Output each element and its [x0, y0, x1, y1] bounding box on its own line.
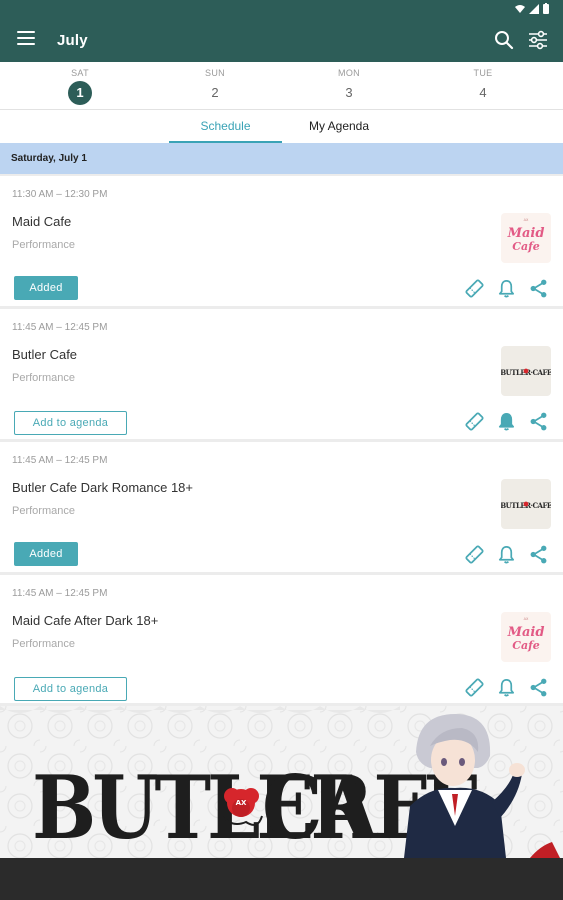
event-card[interactable]: 11:45 AM – 12:45 PM Butler Cafe Performa… [0, 309, 563, 439]
date-selector: SAT 1 SUN 2 MON 3 TUE 4 [0, 62, 563, 110]
svg-text:Cafe: Cafe [512, 240, 540, 253]
event-title: Maid Cafe After Dark 18+ [12, 613, 159, 628]
butler-cafe-thumbnail: BUTLER·CAFE [501, 479, 551, 529]
event-actions [464, 544, 549, 565]
view-tabs: Schedule My Agenda [0, 110, 563, 143]
ticket-icon[interactable] [464, 544, 485, 565]
maid-cafe-thumbnail: Maid Cafe AX [501, 612, 551, 662]
status-bar-icons [515, 3, 549, 14]
day-name: MON [338, 68, 360, 78]
date-section-header: Saturday, July 1 [0, 143, 563, 174]
tab-my-agenda[interactable]: My Agenda [283, 110, 395, 143]
event-title: Butler Cafe Dark Romance 18+ [12, 480, 194, 495]
share-icon[interactable] [528, 544, 549, 565]
event-title: Maid Cafe [12, 214, 72, 229]
add-to-agenda-button[interactable]: Add to agenda [14, 411, 127, 435]
day-sun[interactable]: SUN 2 [185, 68, 245, 105]
app-screen: { "header": { "title": "July" }, "days":… [0, 0, 563, 900]
search-icon[interactable] [493, 29, 515, 51]
event-category: Performance [12, 372, 75, 384]
bell-icon[interactable] [496, 544, 517, 565]
ticket-icon[interactable] [464, 278, 485, 299]
add-to-agenda-button[interactable]: Add to agenda [14, 677, 127, 701]
ticket-icon[interactable] [464, 677, 485, 698]
bell-icon[interactable] [496, 278, 517, 299]
day-mon[interactable]: MON 3 [319, 68, 379, 105]
bell-filled-icon[interactable] [496, 411, 517, 432]
maid-cafe-thumbnail: Maid Cafe AX [501, 213, 551, 263]
system-navigation-bar [0, 858, 563, 900]
added-button[interactable]: Added [14, 542, 78, 566]
svg-text:AX: AX [524, 218, 529, 222]
share-icon[interactable] [528, 677, 549, 698]
app-bar: July [0, 0, 563, 62]
event-title: Butler Cafe [12, 347, 78, 362]
day-name: SUN [205, 68, 225, 78]
tab-schedule[interactable]: Schedule [169, 110, 282, 143]
page-title: July [57, 32, 88, 49]
event-card[interactable]: 11:45 AM – 12:45 PM Maid Cafe After Dark… [0, 575, 563, 703]
event-time: 11:45 AM – 12:45 PM [12, 588, 108, 599]
event-card[interactable]: 11:45 AM – 12:45 PM Butler Cafe Dark Rom… [0, 442, 563, 572]
event-actions [464, 278, 549, 299]
added-button[interactable]: Added [14, 276, 78, 300]
day-tue[interactable]: TUE 4 [453, 68, 513, 105]
maid-logo-text: Maid [507, 226, 545, 241]
filter-settings-icon[interactable] [527, 29, 549, 51]
day-sat[interactable]: SAT 1 [50, 68, 110, 105]
event-category: Performance [12, 505, 75, 517]
menu-icon[interactable] [17, 31, 35, 45]
battery-icon [543, 3, 549, 14]
event-actions [464, 677, 549, 698]
bell-icon[interactable] [496, 677, 517, 698]
wifi-icon [515, 4, 525, 13]
svg-text:AX: AX [524, 617, 529, 621]
day-number: 1 [68, 81, 92, 105]
share-icon[interactable] [528, 411, 549, 432]
day-number: 4 [479, 85, 487, 100]
event-time: 11:45 AM – 12:45 PM [12, 322, 108, 333]
event-category: Performance [12, 638, 75, 650]
svg-text:Cafe: Cafe [512, 639, 540, 652]
share-icon[interactable] [528, 278, 549, 299]
ticket-icon[interactable] [464, 411, 485, 432]
event-time: 11:45 AM – 12:45 PM [12, 455, 108, 466]
butler-cafe-banner[interactable]: BUTLER CAFE AX [0, 706, 563, 858]
day-number: 2 [211, 85, 219, 100]
event-actions [464, 411, 549, 432]
day-number: 3 [345, 85, 353, 100]
signal-icon [529, 3, 539, 14]
event-card[interactable]: 11:30 AM – 12:30 PM Maid Cafe Performanc… [0, 176, 563, 306]
ax-badge-text: AX [236, 799, 247, 807]
event-category: Performance [12, 239, 75, 251]
day-name: SAT [71, 68, 89, 78]
day-name: TUE [473, 68, 493, 78]
svg-text:Maid: Maid [507, 625, 545, 640]
event-time: 11:30 AM – 12:30 PM [12, 189, 108, 200]
butler-cafe-thumbnail: BUTLER·CAFE [501, 346, 551, 396]
